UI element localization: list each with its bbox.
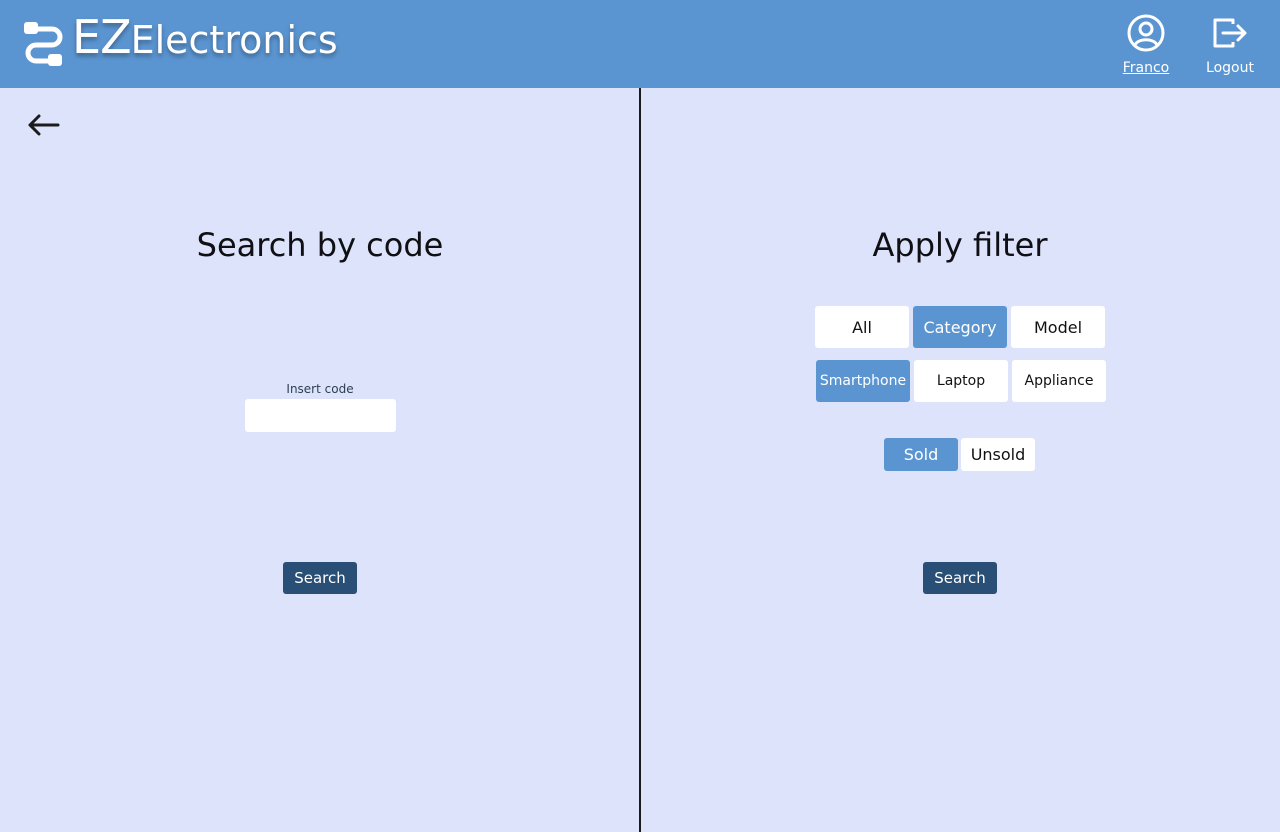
logout-label: Logout	[1206, 60, 1254, 76]
status-unsold-option[interactable]: Unsold	[961, 438, 1035, 471]
user-name: Franco	[1122, 60, 1170, 76]
brand-prefix: EZ	[72, 10, 132, 64]
apply-filter-title: Apply filter	[872, 226, 1048, 264]
back-button[interactable]	[26, 110, 62, 140]
brand-suffix: Electronics	[130, 18, 338, 62]
insert-code-label: Insert code	[286, 382, 354, 396]
filter-category-option[interactable]: Category	[913, 306, 1007, 348]
user-profile-link[interactable]: Franco	[1119, 14, 1173, 76]
status-sold-option[interactable]: Sold	[884, 438, 958, 471]
panel-divider	[639, 88, 641, 832]
category-laptop-option[interactable]: Laptop	[914, 360, 1008, 402]
top-bar: EZElectronics Franco Logout	[0, 0, 1280, 88]
arrow-left-icon	[28, 114, 60, 136]
category-smartphone-option[interactable]: Smartphone	[816, 360, 910, 402]
code-input[interactable]	[245, 399, 396, 432]
filter-all-option[interactable]: All	[815, 306, 909, 348]
user-circle-icon	[1127, 14, 1165, 52]
logout-button[interactable]: Logout	[1203, 14, 1257, 76]
filter-model-option[interactable]: Model	[1011, 306, 1105, 348]
search-by-code-button[interactable]: Search	[283, 562, 357, 594]
category-appliance-option[interactable]: Appliance	[1012, 360, 1106, 402]
logout-icon	[1213, 18, 1247, 48]
cable-logo-icon	[22, 16, 66, 72]
apply-filter-search-button[interactable]: Search	[923, 562, 997, 594]
search-by-code-title: Search by code	[196, 226, 444, 264]
brand-name[interactable]: EZElectronics	[72, 14, 338, 60]
